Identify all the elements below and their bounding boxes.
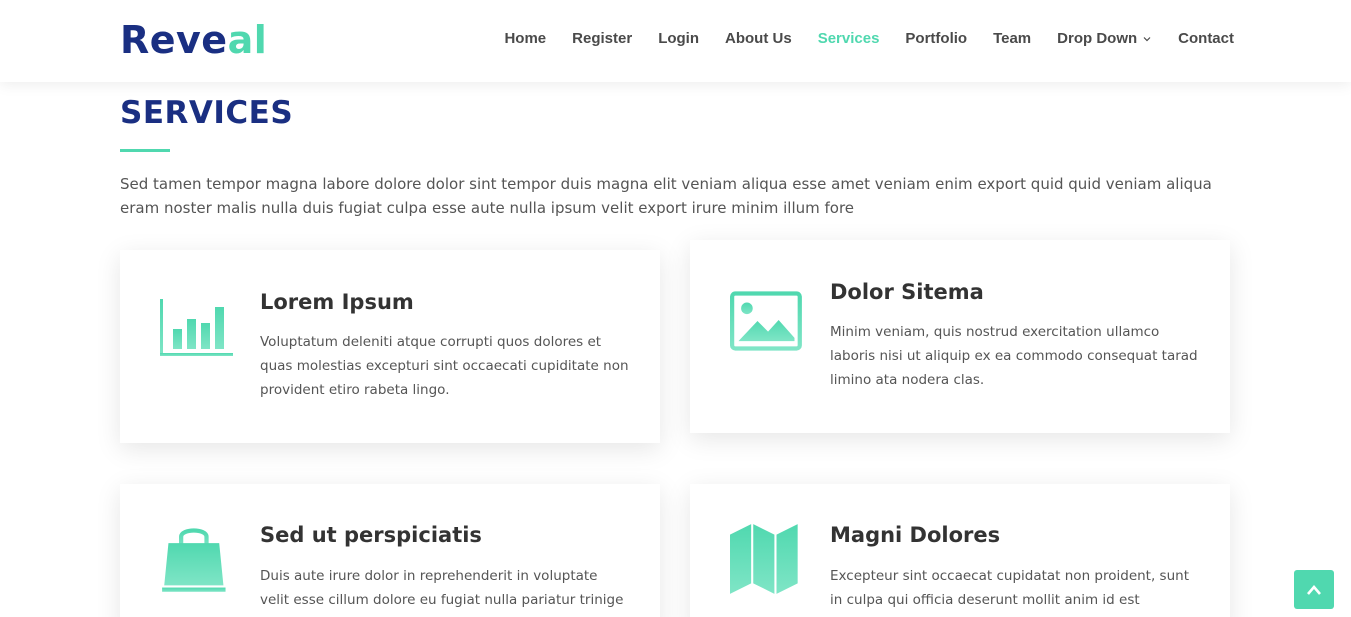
nav-drop-down-label: Drop Down [1057,30,1138,47]
nav-team[interactable]: Team [993,29,1031,49]
card-text: Excepteur sint occaecat cupidatat non pr… [830,568,1189,617]
logo-text-primary: Reve [120,18,228,62]
logo[interactable]: Reveal [120,18,267,62]
card-title: Magni Dolores [830,523,1001,547]
section-description: Sed tamen tempor magna labore dolore dol… [120,175,1212,217]
shopping-bag-icon [162,528,226,592]
card-title: Lorem Ipsum [260,290,414,314]
map-icon [730,524,798,594]
card-text: Duis aute irure dolor in reprehenderit i… [260,568,624,608]
service-card-sed-ut-perspiciatis: Sed ut perspiciatis Duis aute irure dolo… [120,484,660,617]
chevron-up-icon [1307,584,1321,595]
nav-register[interactable]: Register [572,29,632,49]
site-header: Reveal Home Register Login About Us Serv… [0,0,1351,82]
nav-login[interactable]: Login [658,29,699,49]
nav-portfolio[interactable]: Portfolio [905,29,967,49]
back-to-top-button[interactable] [1294,570,1334,609]
bar-chart-icon [160,299,233,356]
service-card-lorem-ipsum: Lorem Ipsum Voluptatum deleniti atque co… [120,250,660,443]
card-text: Minim veniam, quis nostrud exercitation … [830,324,1198,388]
main-nav: Home Register Login About Us Services Po… [478,29,1234,49]
service-card-magni-dolores: Magni Dolores Excepteur sint occaecat cu… [690,484,1230,617]
card-text: Voluptatum deleniti atque corrupti quos … [260,334,629,398]
chevron-down-icon [1143,37,1151,42]
nav-about-us[interactable]: About Us [725,29,792,49]
section-title: SERVICES [120,95,294,131]
nav-home[interactable]: Home [504,29,546,49]
card-title: Sed ut perspiciatis [260,523,482,547]
image-icon [730,291,802,351]
nav-drop-down[interactable]: Drop Down [1057,29,1152,49]
card-title: Dolor Sitema [830,280,984,304]
section-title-underline [120,149,170,152]
service-card-dolor-sitema: Dolor Sitema Minim veniam, quis nostrud … [690,240,1230,433]
nav-services[interactable]: Services [818,29,880,49]
nav-contact[interactable]: Contact [1178,29,1234,49]
logo-text-accent: al [227,18,268,62]
